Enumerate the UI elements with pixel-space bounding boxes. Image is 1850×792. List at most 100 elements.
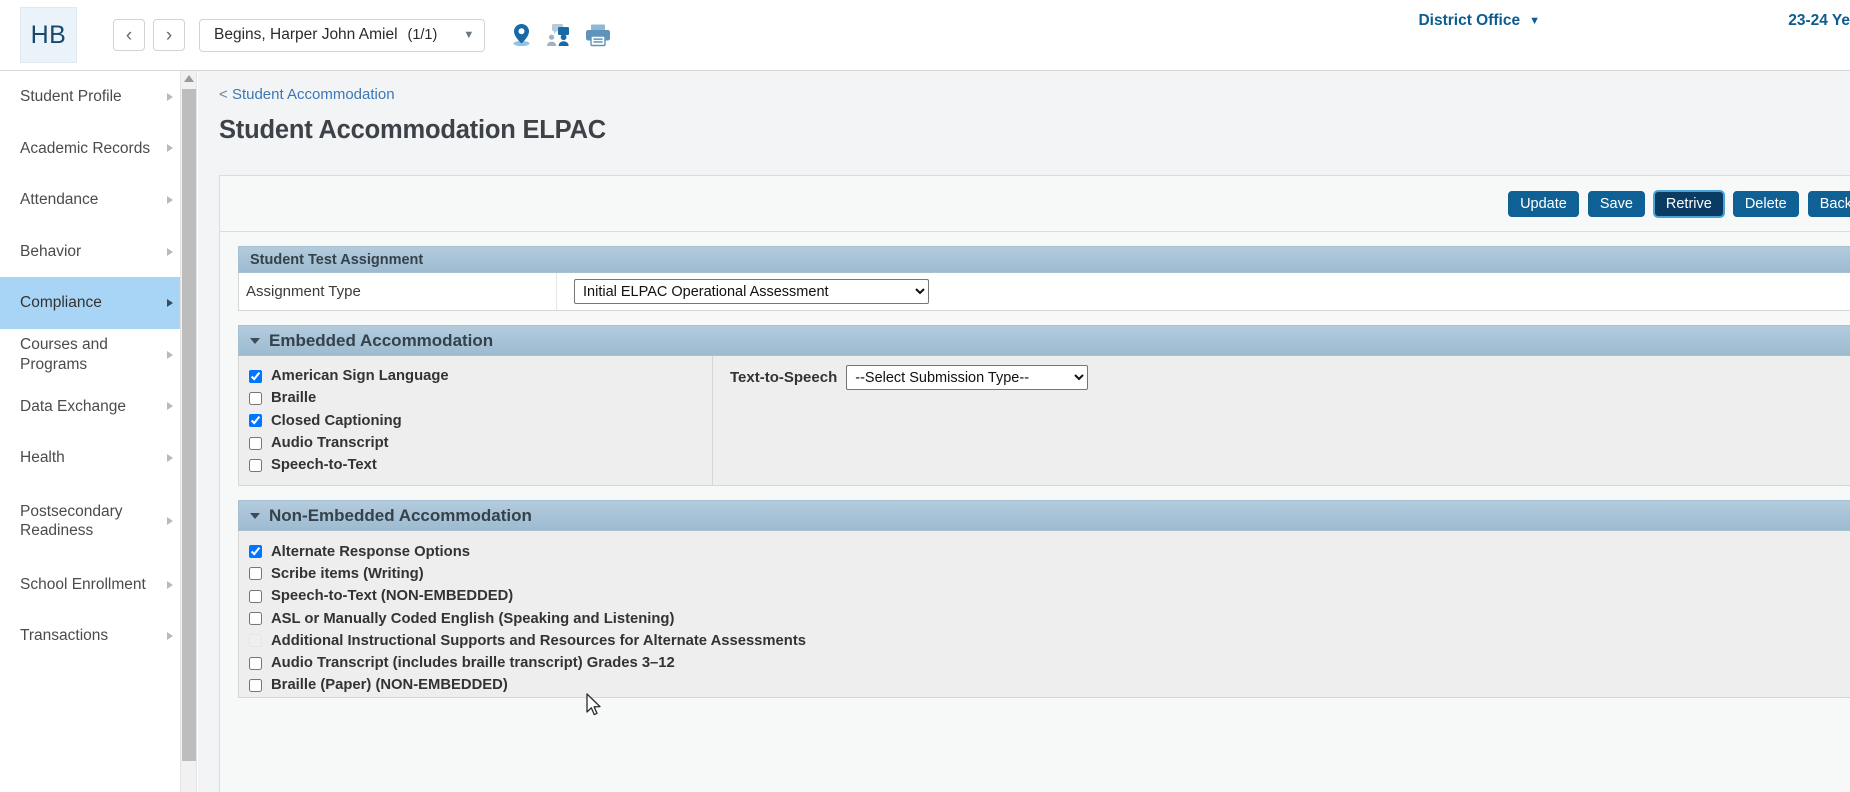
checkbox-label: Scribe items (Writing)	[271, 566, 424, 582]
breadcrumb-back-icon: <	[219, 86, 228, 103]
back-button[interactable]: Back	[1808, 191, 1850, 217]
sidebar-item-label: Attendance	[20, 190, 98, 209]
checkbox-scribe-items-writing-[interactable]: Scribe items (Writing)	[249, 563, 1850, 585]
sidebar-scrollbar[interactable]	[181, 71, 197, 792]
student-test-assignment-section: Student Test Assignment Assignment Type …	[238, 246, 1850, 311]
printer-icon[interactable]	[585, 23, 611, 47]
chevron-right-icon	[167, 144, 173, 152]
checkbox-input[interactable]	[249, 634, 262, 647]
chevron-right-icon	[167, 581, 173, 589]
school-year-label[interactable]: 23-24 Ye	[1788, 12, 1850, 30]
sidebar-item-health[interactable]: Health	[0, 432, 180, 484]
checkbox-input[interactable]	[249, 657, 262, 670]
retrive-button[interactable]: Retrive	[1654, 191, 1724, 217]
update-button[interactable]: Update	[1508, 191, 1579, 217]
collapse-triangle-icon	[250, 338, 260, 344]
checkbox-label: Audio Transcript (includes braille trans…	[271, 655, 675, 671]
embedded-body: American Sign Language Braille Closed Capt…	[238, 356, 1850, 486]
checkbox-label: Alternate Response Options	[271, 544, 470, 560]
checkbox-alternate-response-options[interactable]: Alternate Response Options	[249, 540, 1850, 562]
checkbox-label: Braille	[271, 390, 316, 406]
section-title: Student Test Assignment	[250, 252, 423, 268]
text-to-speech-select[interactable]: --Select Submission Type--	[846, 365, 1088, 390]
checkbox-input[interactable]	[249, 437, 262, 450]
checkbox-label: Audio Transcript	[271, 435, 389, 451]
checkbox-input[interactable]	[249, 567, 262, 580]
checkbox-audio-transcript[interactable]: Audio Transcript	[249, 432, 712, 454]
checkbox-speech-to-text[interactable]: Speech-to-Text	[249, 454, 712, 476]
chevron-right-icon	[167, 402, 173, 410]
form-panel: Update Save Retrive Delete Back Student Test…	[219, 175, 1850, 792]
people-group-icon[interactable]	[546, 23, 571, 47]
main-content: < Student Accommodation Student Accommod…	[198, 71, 1850, 792]
scrollbar-thumb[interactable]	[182, 89, 196, 761]
assignment-type-select[interactable]: Initial ELPAC Operational Assessment	[574, 279, 929, 304]
save-button[interactable]: Save	[1588, 191, 1645, 217]
sidebar-item-behavior[interactable]: Behavior	[0, 226, 180, 278]
checkbox-label: Braille (Paper) (NON-EMBEDDED)	[271, 677, 508, 693]
sidebar-item-courses-and-programs[interactable]: Courses and Programs	[0, 329, 180, 381]
sidebar-item-transactions[interactable]: Transactions	[0, 610, 180, 662]
scroll-up-arrow-icon[interactable]	[184, 75, 194, 82]
sidebar-item-data-exchange[interactable]: Data Exchange	[0, 381, 180, 433]
breadcrumb-link[interactable]: Student Accommodation	[232, 86, 395, 103]
checkbox-input[interactable]	[249, 392, 262, 405]
assignment-type-row: Assignment Type Initial ELPAC Operationa…	[238, 273, 1850, 311]
section-title: Embedded Accommodation	[269, 331, 493, 351]
sidebar-item-label: Data Exchange	[20, 397, 126, 416]
chevron-right-icon	[167, 351, 173, 359]
delete-button[interactable]: Delete	[1733, 191, 1799, 217]
section-header-non-embedded[interactable]: Non-Embedded Accommodation	[238, 500, 1850, 531]
checkbox-label: Speech-to-Text (NON-EMBEDDED)	[271, 588, 513, 604]
next-student-button[interactable]: ›	[153, 19, 185, 51]
assignment-type-cell: Initial ELPAC Operational Assessment	[557, 279, 929, 304]
non-embedded-checkbox-list: Alternate Response Options Scribe items (…	[239, 531, 1850, 696]
checkbox-input[interactable]	[249, 370, 262, 383]
chevron-right-icon	[167, 454, 173, 462]
student-selector[interactable]: Begins, Harper John Amiel (1/1) ▼	[199, 19, 485, 52]
sidebar-item-label: Student Profile	[20, 87, 122, 106]
non-embedded-body: Alternate Response Options Scribe items (…	[238, 531, 1850, 697]
checkbox-american-sign-language[interactable]: American Sign Language	[249, 365, 712, 387]
non-embedded-accommodation-section: Non-Embedded Accommodation Alternate Res…	[238, 500, 1850, 697]
sidebar: Student Profile Academic Records Attendanc…	[0, 71, 181, 792]
sidebar-item-student-profile[interactable]: Student Profile	[0, 71, 180, 123]
chevron-right-icon	[167, 248, 173, 256]
chevron-right-icon	[167, 632, 173, 640]
checkbox-asl-or-manually-coded-english-speaking-a[interactable]: ASL or Manually Coded English (Speaking …	[249, 607, 1850, 629]
checkbox-audio-transcript-includes-braille-transc[interactable]: Audio Transcript (includes braille trans…	[249, 652, 1850, 674]
action-button-row: Update Save Retrive Delete Back	[220, 176, 1850, 232]
section-title: Non-Embedded Accommodation	[269, 506, 532, 526]
location-pin-icon[interactable]	[511, 23, 532, 47]
checkbox-label: Speech-to-Text	[271, 457, 377, 473]
checkbox-input[interactable]	[249, 612, 262, 625]
student-count: (1/1)	[408, 27, 438, 43]
checkbox-input[interactable]	[249, 459, 262, 472]
checkbox-input[interactable]	[249, 590, 262, 603]
sidebar-item-school-enrollment[interactable]: School Enrollment	[0, 559, 180, 611]
checkbox-braille[interactable]: Braille	[249, 387, 712, 409]
avatar: HB	[20, 7, 77, 63]
checkbox-input[interactable]	[249, 414, 262, 427]
sidebar-item-compliance[interactable]: Compliance	[0, 277, 180, 329]
checkbox-speech-to-text-non-embedded-[interactable]: Speech-to-Text (NON-EMBEDDED)	[249, 585, 1850, 607]
sidebar-item-label: Courses and Programs	[20, 335, 156, 374]
chevron-right-icon	[167, 93, 173, 101]
checkbox-additional-instructional-supports-and-re[interactable]: Additional Instructional Supports and Re…	[249, 630, 1850, 652]
previous-student-button[interactable]: ‹	[113, 19, 145, 51]
checkbox-input[interactable]	[249, 545, 262, 558]
district-selector[interactable]: District Office ▼	[1418, 12, 1540, 30]
sidebar-item-academic-records[interactable]: Academic Records	[0, 123, 180, 175]
sidebar-item-attendance[interactable]: Attendance	[0, 174, 180, 226]
checkbox-braille-paper-non-embedded-[interactable]: Braille (Paper) (NON-EMBEDDED)	[249, 674, 1850, 696]
assignment-type-label: Assignment Type	[239, 273, 557, 310]
checkbox-input[interactable]	[249, 679, 262, 692]
text-to-speech-label: Text-to-Speech	[730, 369, 837, 386]
collapse-triangle-icon	[250, 513, 260, 519]
chevron-left-icon: ‹	[126, 26, 132, 45]
sidebar-item-label: School Enrollment	[20, 575, 146, 594]
sidebar-item-postsecondary-readiness[interactable]: Postsecondary Readiness	[0, 484, 180, 559]
breadcrumb[interactable]: < Student Accommodation	[219, 86, 1850, 103]
section-header-embedded[interactable]: Embedded Accommodation	[238, 325, 1850, 356]
checkbox-closed-captioning[interactable]: Closed Captioning	[249, 410, 712, 432]
